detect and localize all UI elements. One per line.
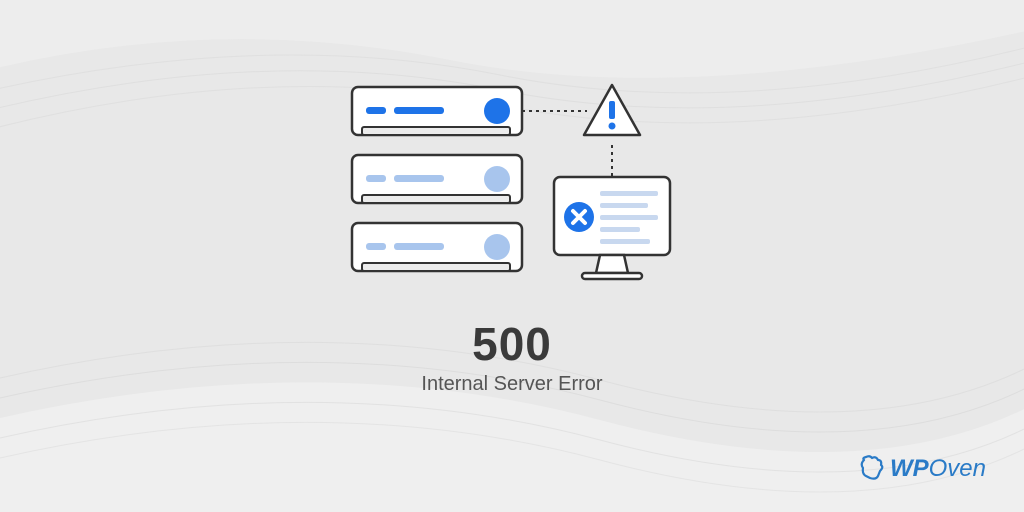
- error-message: Internal Server Error: [421, 373, 602, 396]
- brand-name: WPOven: [890, 455, 986, 483]
- error-code: 500: [472, 317, 552, 371]
- server-error-illustration: [342, 77, 682, 297]
- monitor-icon: [554, 177, 670, 279]
- main-content: 500 Internal Server Error: [0, 0, 1024, 512]
- server-stack-icon: [352, 87, 522, 271]
- oven-mitt-icon: [856, 454, 886, 484]
- warning-triangle-icon: [584, 85, 640, 135]
- brand-logo: WPOven: [856, 454, 986, 484]
